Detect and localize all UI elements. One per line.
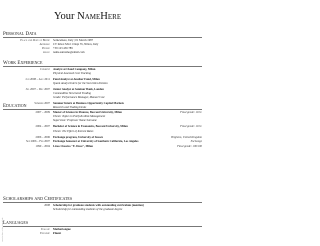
work-value: Junior Analyst at Seminar Bank, London [53,87,104,91]
work-value: Commodities Structured Trading [53,92,91,95]
languages-label: English: [40,230,50,235]
education-label: 2004 – 2007 [35,124,50,129]
education-value: Supervisor: Professor Name Surname [53,119,97,123]
education-value: Master of Science in Finance, Bocconi Un… [53,110,122,114]
education-note: Final grade: 110 L [180,124,202,129]
work-label: Summer 2007 [34,101,50,106]
cv-name-first: Your [54,11,75,22]
work-label: Jul 2007 – Dec 2007 [25,86,50,91]
scholarships-label: 2008 [44,202,50,207]
work-value: Fund Analyst at Another Fund, Milan [53,77,100,81]
personal-value: name.surname@email.com [53,51,85,55]
scholarships-value: Scholarship for outstanding students of … [53,207,123,211]
work-value: Grade: Performance Manager, Manuel Cost [53,96,105,100]
cv-page: curriculum vitae template Your NameHere … [0,0,205,246]
scholarships-value: Scholarship for graduate students with o… [53,203,144,207]
work-value: Quant Analyst Intern for the Securities … [53,81,108,85]
education-value: Thesis: The Effect of Interest Rates [53,129,94,133]
work-value: Physical Assessed Cost Tracking [53,71,91,75]
work-row: Physical Assessed Cost Tracking [0,72,205,76]
cv-name-last: NameHere [77,11,122,22]
work-label: Current [40,66,50,71]
personal-row: email: name.surname@email.com [0,51,205,55]
languages-value: Fluent [53,231,62,235]
personal-value: CV Inbox Mvd 1 Dept 35, Nilton, Italy [53,42,99,46]
education-row: Supervisor: Professor Name Surname [0,119,205,123]
personal-value: Somewhere, Italy | 01 March 1987 [53,38,94,42]
education-value: Bachelor of Science in Economics, Boccon… [53,125,128,129]
education-label: 2007 – 2009 [35,109,50,114]
education-note: Final grade: 110 L [180,109,202,114]
education-note: Final grade: 100/100 [177,143,202,148]
work-label: Jan 2008 – Aug 2011 [25,76,50,81]
education-label: 1999 – 2004 [35,143,50,148]
work-value: Summer Intern at Business Opportunity Ca… [53,102,124,106]
work-row: Quant Analyst Intern for the Securities … [0,82,205,86]
cv-name: Your NameHere [54,11,121,22]
education-value: Liceo Classico "E. Duce", Milan [53,144,93,148]
personal-value: +39 123 456 789 [53,47,73,51]
education-value: Exchange program, University of Sussex [53,136,103,139]
personal-label: email: [42,50,50,55]
education-value: Exchange Semester at University of South… [53,140,139,144]
education-row: 1999 – 2004 Liceo Classico "E. Duce", Mil… [0,143,205,149]
education-row: Thesis: The Effect of Interest Rates [0,130,205,134]
work-row: Grade: Performance Manager, Manuel Cost [0,96,205,100]
work-value: Analyst at Cloud Company, Milan [53,67,96,71]
languages-row: English: Fluent [0,230,205,236]
languages-value: Mothertongue [53,227,71,231]
scholarships-row: Scholarship for outstanding students of … [0,208,205,212]
education-value: Thesis: Topics in Portfolio Risk Managem… [53,114,106,118]
